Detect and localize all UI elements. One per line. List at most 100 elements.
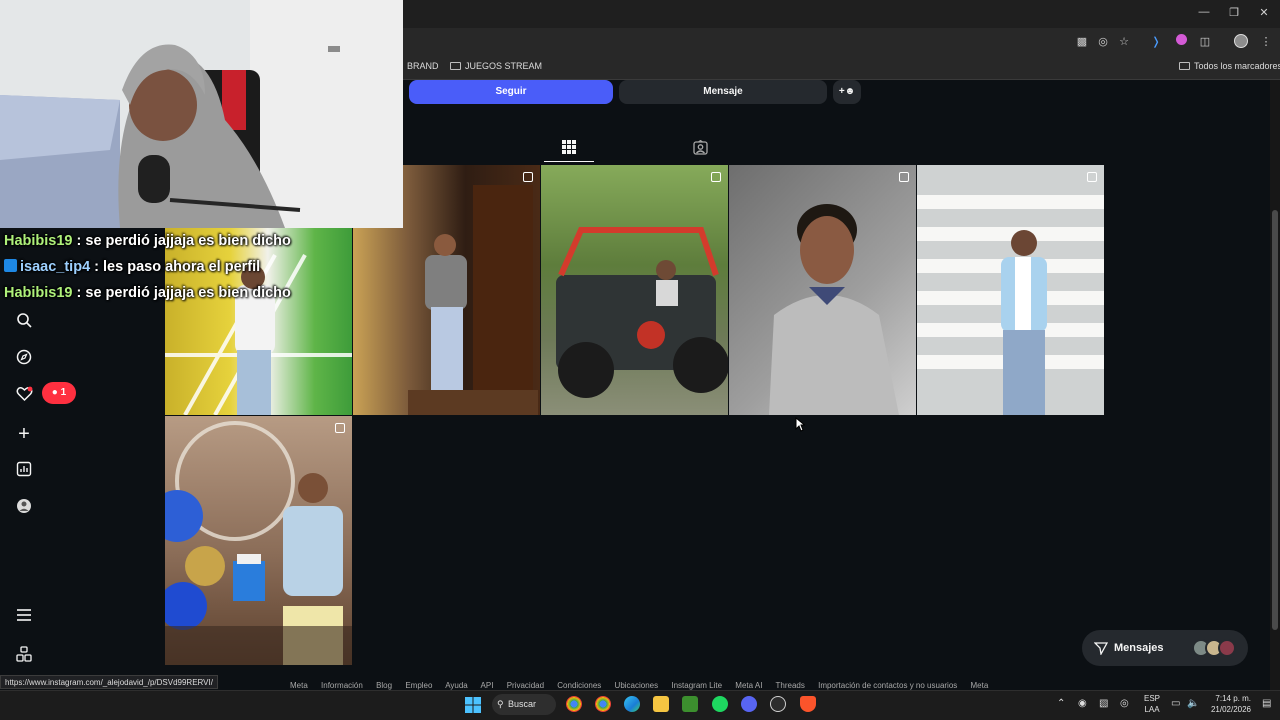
language-sub-label: LAA [1144, 705, 1160, 714]
carousel-icon [899, 172, 909, 182]
carousel-icon [523, 172, 533, 182]
windows-start-icon[interactable] [465, 697, 481, 713]
avatar [1218, 639, 1236, 657]
post-image [556, 227, 728, 398]
bookmark-label: BRAND [407, 61, 439, 71]
webcam-feed [0, 0, 403, 228]
edge-icon[interactable] [624, 696, 640, 712]
footer-link[interactable]: Información [321, 681, 363, 690]
extension-pink-icon[interactable] [1173, 34, 1189, 50]
footer-link[interactable]: API [481, 681, 494, 690]
chat-text: : les paso ahora el perfil [90, 259, 261, 275]
carousel-icon [335, 423, 345, 433]
chat-message: isaac_tip4 : les paso ahora el perfil [4, 259, 260, 275]
language-indicator[interactable]: ESP LAA [1144, 693, 1160, 715]
footer-link[interactable]: Privacidad [507, 681, 544, 690]
tab-posts[interactable] [559, 140, 579, 160]
chart-icon[interactable] [14, 461, 34, 481]
extension-audio-icon[interactable]: ❭ [1148, 34, 1164, 50]
footer-link[interactable]: Meta [290, 681, 308, 690]
footer-link[interactable]: Empleo [405, 681, 432, 690]
carousel-icon [1087, 172, 1097, 182]
apps-icon[interactable] [14, 646, 34, 666]
bookmark-brand[interactable]: BRAND [398, 61, 439, 71]
messages-pill[interactable]: Mensajes [1082, 630, 1248, 666]
compass-icon[interactable] [14, 349, 34, 369]
all-bookmarks-label: Todos los marcadores [1194, 61, 1280, 71]
spotify-icon[interactable] [712, 696, 728, 712]
bookmark-juegos-stream[interactable]: JUEGOS STREAM [450, 61, 542, 71]
volume-icon[interactable]: 🔈 [1187, 698, 1199, 709]
file-explorer-icon[interactable] [653, 696, 669, 712]
carousel-icon [711, 172, 721, 182]
footer-link[interactable]: Ayuda [445, 681, 468, 690]
usb-icon[interactable]: ▧ [1099, 698, 1108, 709]
clock[interactable]: 7:14 p. m. 21/02/2026 [1207, 693, 1251, 715]
footer-link[interactable]: Condiciones [557, 681, 601, 690]
plus-icon[interactable]: + [14, 424, 34, 444]
browser-profile-avatar[interactable] [1233, 34, 1249, 50]
clock-date: 21/02/2026 [1210, 705, 1251, 714]
post-thumbnail[interactable] [541, 165, 728, 415]
search-label: Buscar [508, 699, 537, 709]
browser-menu-icon[interactable]: ⋮ [1258, 34, 1274, 50]
post-thumbnail[interactable] [917, 165, 1104, 415]
chat-username: Habibis19 [4, 233, 73, 249]
chat-message: Habibis19 : se perdió jajjaja es bien di… [4, 285, 291, 301]
chat-text: : se perdió jajjaja es bien dicho [72, 233, 291, 249]
search-icon[interactable] [14, 312, 34, 332]
minimize-icon[interactable]: — [1194, 6, 1214, 18]
microphone-icon[interactable]: ◎ [1120, 698, 1129, 709]
footer-link[interactable]: Ubicaciones [615, 681, 659, 690]
network-icon[interactable]: ▭ [1171, 698, 1180, 709]
restore-icon[interactable]: ❐ [1224, 6, 1244, 19]
close-window-icon[interactable]: ✕ [1254, 6, 1274, 19]
scrollbar-thumb[interactable] [1272, 210, 1278, 630]
person-icon: ● [51, 387, 58, 398]
footer-link[interactable]: Instagram Lite [671, 681, 722, 690]
footer-link[interactable]: Meta Verified [971, 681, 990, 690]
eye-off-icon[interactable]: ◎ [1095, 34, 1111, 50]
discord-icon[interactable] [741, 696, 757, 712]
post-thumbnail[interactable] [165, 416, 352, 665]
notifications-icon[interactable]: ▤ [1262, 698, 1271, 709]
footer-link[interactable]: Meta AI [735, 681, 762, 690]
minecraft-icon[interactable] [682, 696, 698, 712]
install-app-icon[interactable]: ▩ [1074, 34, 1090, 50]
tab-selected-indicator [544, 161, 594, 162]
profile-icon[interactable] [14, 498, 34, 518]
send-icon [1094, 642, 1108, 655]
menu-icon[interactable] [14, 608, 34, 628]
message-button[interactable]: Mensaje [619, 80, 827, 104]
post-image [917, 195, 1104, 415]
footer-link[interactable]: Importación de contactos y no usuarios [818, 681, 957, 690]
follow-button[interactable]: Seguir [409, 80, 613, 104]
tray-app-icon[interactable]: ◉ [1078, 698, 1087, 709]
folder-icon [450, 62, 461, 70]
chat-username: isaac_tip4 [20, 259, 91, 275]
messages-label: Mensajes [1114, 642, 1164, 654]
brave-icon[interactable] [800, 696, 816, 712]
folder-icon [1179, 62, 1190, 70]
taskbar-search[interactable]: ⚲ Buscar [492, 694, 556, 715]
star-icon[interactable]: ☆ [1116, 34, 1132, 50]
tab-tagged[interactable] [690, 139, 710, 160]
language-label: ESP [1144, 694, 1161, 703]
chat-message: Habibis19 : se perdió jajjaja es bien di… [4, 233, 291, 249]
chevron-up-icon[interactable]: ⌃ [1057, 698, 1065, 709]
all-bookmarks[interactable]: Todos los marcadores [1179, 61, 1280, 71]
clock-time: 7:14 p. m. [1215, 694, 1251, 703]
notification-badge[interactable]: ● 1 [42, 382, 76, 404]
search-icon: ⚲ [497, 699, 504, 709]
post-thumbnail[interactable] [729, 165, 916, 415]
chrome-icon[interactable] [595, 696, 611, 712]
steam-icon[interactable] [770, 696, 786, 712]
extensions-icon[interactable]: ◫ [1197, 34, 1213, 50]
chat-badge-icon [4, 259, 17, 272]
heart-icon[interactable] [14, 386, 34, 406]
webcam-overlay [0, 0, 403, 228]
footer-link[interactable]: Blog [376, 681, 392, 690]
footer-link[interactable]: Threads [776, 681, 805, 690]
person-add-icon[interactable]: +☻ [833, 80, 861, 104]
chrome-icon[interactable] [566, 696, 582, 712]
